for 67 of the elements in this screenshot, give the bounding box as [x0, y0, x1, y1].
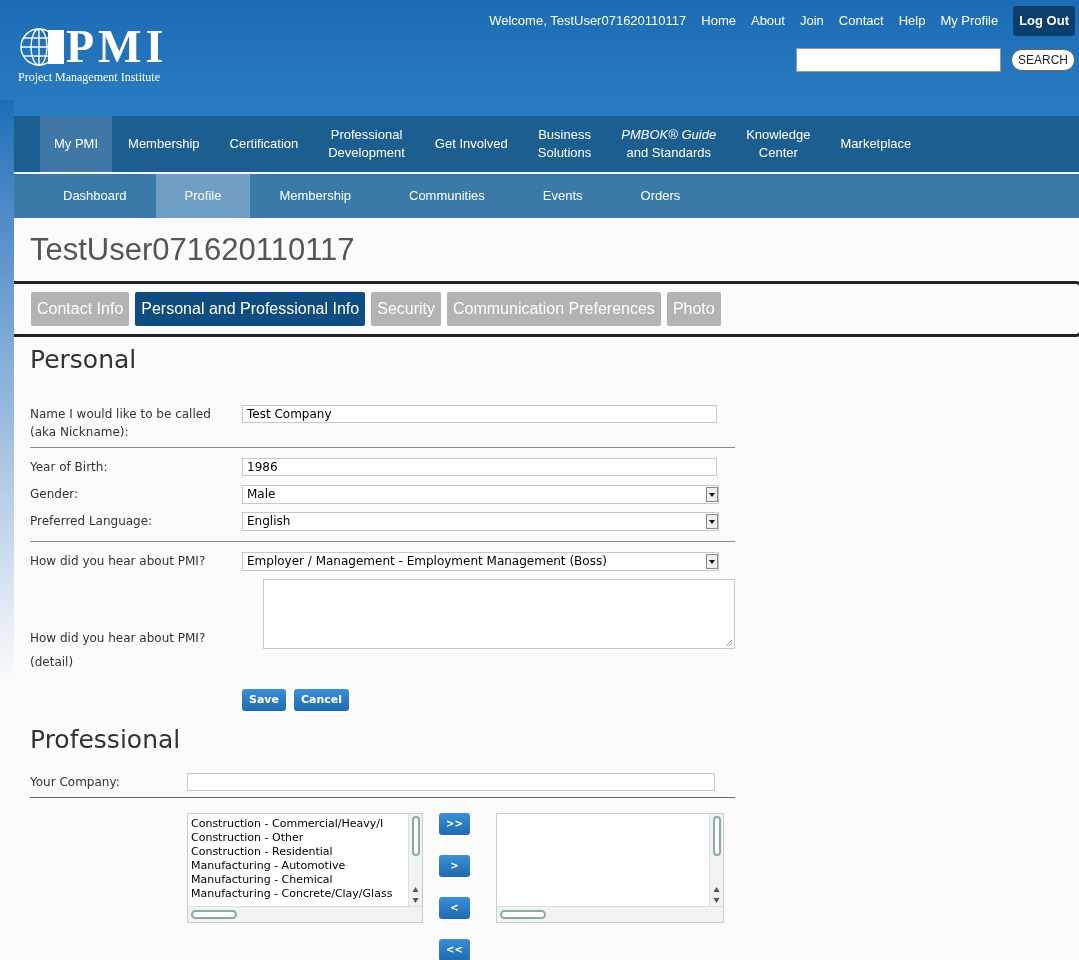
form-button[interactable]: Save — [242, 688, 286, 711]
company-field[interactable] — [187, 772, 715, 791]
search-field[interactable] — [796, 47, 1001, 72]
header-link[interactable]: My Profile — [940, 11, 999, 31]
section-heading: Professional — [30, 724, 182, 756]
scroll-arrows-icon — [713, 885, 720, 904]
main-nav-item[interactable]: Professional Development — [314, 116, 419, 172]
move-button[interactable]: << — [439, 938, 470, 960]
list-option[interactable]: Manufacturing - Concrete/Clay/Glass — [191, 886, 393, 901]
resize-grip-icon — [725, 638, 733, 647]
logo[interactable]: PMI — [66, 26, 168, 68]
field-label: Name I would like to be called (aka Nickname): — [30, 405, 212, 441]
dropdown-field[interactable]: English — [242, 511, 719, 531]
profile-tab[interactable]: Personal and Professional Info — [135, 292, 366, 326]
scroll-arrows-icon — [412, 885, 419, 904]
welcome-text: Welcome, TestUser071620110117 — [489, 12, 687, 30]
logout-button[interactable]: Log Out — [1013, 6, 1075, 36]
sub-nav-item[interactable]: Communities — [380, 174, 514, 218]
vertical-scrollbar[interactable] — [408, 813, 422, 906]
dropdown-field[interactable]: Employer / Management - Employment Management (Boss) — [242, 551, 719, 571]
main-nav-item[interactable]: PMBOK® Guide and Standards — [607, 116, 731, 172]
header-link[interactable]: Home — [701, 11, 736, 31]
globe-icon — [18, 26, 64, 68]
list-option[interactable]: Manufacturing - Automotive — [191, 858, 346, 873]
horizontal-scrollbar[interactable] — [188, 905, 422, 922]
list-option[interactable]: Construction - Residential — [191, 844, 333, 859]
header-link[interactable]: Help — [898, 11, 926, 31]
detail-textarea[interactable] — [262, 578, 735, 649]
text-field[interactable]: Test Company — [242, 404, 717, 423]
move-button[interactable]: >> — [439, 812, 470, 835]
header-link[interactable]: Contact — [838, 11, 884, 31]
header-link[interactable]: Join — [799, 11, 824, 31]
logo-subtitle: Project Management Institute — [18, 69, 161, 86]
main-nav-item[interactable]: Marketplace — [826, 116, 926, 172]
main-nav-item[interactable]: Business Solutions — [523, 116, 606, 172]
sub-nav-item[interactable]: Orders — [611, 174, 710, 218]
sub-nav-item[interactable]: Dashboard — [34, 174, 156, 218]
move-button[interactable]: > — [439, 854, 470, 877]
field-label: Your Company: — [30, 773, 121, 791]
header-link[interactable]: About — [750, 11, 785, 31]
main-nav-item[interactable]: Membership — [114, 116, 214, 172]
section-heading: Personal — [30, 344, 138, 376]
list-option[interactable]: Manufacturing - Chemical — [191, 872, 333, 887]
text-field[interactable]: 1986 — [242, 457, 717, 476]
available-list[interactable]: Construction - Commercial/Heavy/I Construction - Other Construction - Residential Manufacturing - Automotive Manufacturing - Chemical Manufacturing - Concrete/Clay/Glass — [187, 812, 423, 923]
sub-nav-item[interactable]: Events — [513, 174, 612, 218]
form-button[interactable]: Cancel — [294, 688, 350, 711]
dropdown-field[interactable]: Male — [242, 484, 719, 504]
main-nav-item[interactable]: Certification — [215, 116, 313, 172]
field-label: How did you hear about PMI? (detail) — [30, 630, 206, 669]
field-label: Year of Birth: — [30, 458, 109, 476]
field-label: How did you hear about PMI? — [30, 553, 207, 570]
list-option[interactable]: Construction - Other — [191, 830, 304, 845]
main-nav-item[interactable]: Get Involved — [420, 116, 522, 172]
sub-nav-item[interactable]: Profile — [155, 174, 251, 218]
field-label: Gender: — [30, 486, 80, 503]
selected-list[interactable] — [496, 812, 724, 923]
horizontal-scrollbar[interactable] — [497, 905, 723, 922]
list-option[interactable]: Construction - Commercial/Heavy/I — [191, 816, 384, 831]
vertical-scrollbar[interactable] — [709, 813, 723, 906]
main-nav-item[interactable]: My PMI — [40, 116, 113, 172]
search-button[interactable]: SEARCH — [1011, 48, 1075, 71]
sub-nav-item[interactable]: Membership — [250, 174, 380, 218]
field-label: Preferred Language: — [30, 513, 154, 530]
page-title: TestUser071620110117 — [30, 231, 356, 269]
main-nav-item[interactable]: Knowledge Center — [732, 116, 825, 172]
move-button[interactable]: < — [439, 896, 470, 919]
